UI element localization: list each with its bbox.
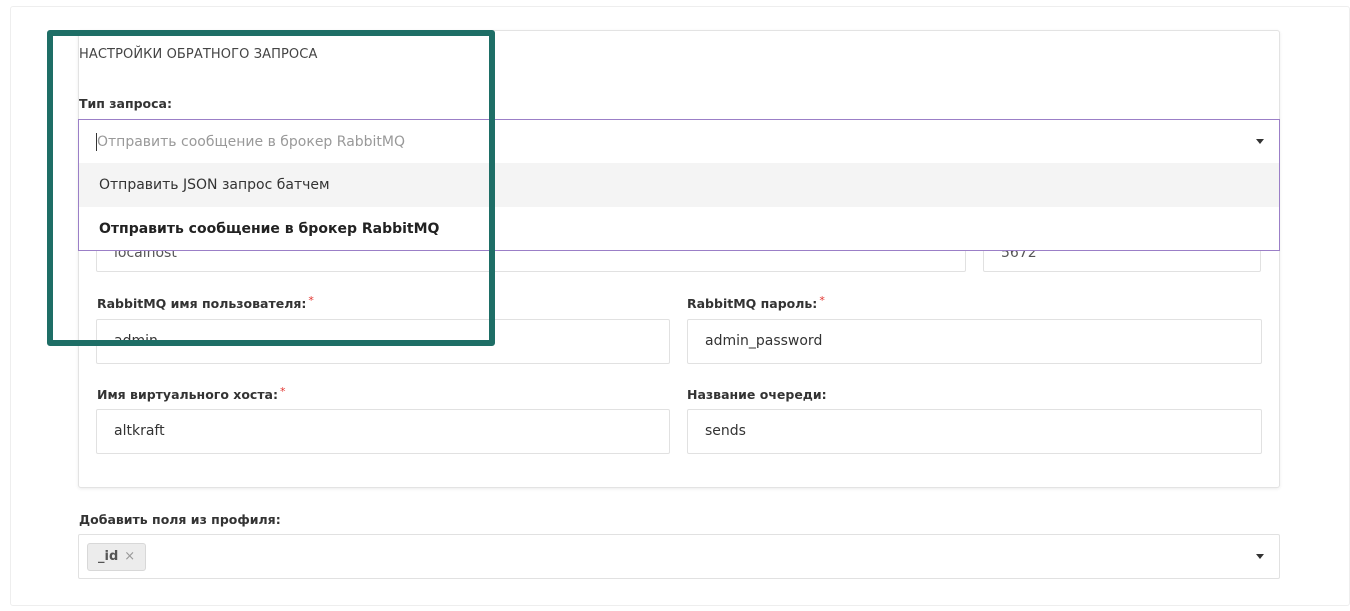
- section-title: НАСТРОЙКИ ОБРАТНОГО ЗАПРОСА: [79, 47, 318, 62]
- option-json-batch[interactable]: Отправить JSON запрос батчем: [79, 163, 1279, 207]
- queue-name-label: Название очереди:: [687, 387, 827, 402]
- rabbitmq-username-input[interactable]: admin: [96, 319, 670, 364]
- required-mark: *: [280, 385, 286, 398]
- caret-down-icon[interactable]: [1256, 139, 1264, 144]
- virtual-host-label: Имя виртуального хоста: *: [97, 385, 286, 402]
- option-rabbitmq[interactable]: Отправить сообщение в брокер RabbitMQ: [79, 207, 1279, 251]
- rabbitmq-username-label: RabbitMQ имя пользователя: *: [97, 294, 314, 311]
- request-type-dropdown: Отправить JSON запрос батчем Отправить с…: [78, 163, 1280, 251]
- virtual-host-input[interactable]: altkraft: [96, 409, 670, 454]
- tag-id: _id ×: [87, 543, 147, 571]
- profile-fields-label: Добавить поля из профиля:: [79, 512, 281, 527]
- caret-down-icon[interactable]: [1256, 554, 1264, 559]
- required-mark: *: [308, 294, 314, 307]
- profile-fields-select[interactable]: _id ×: [78, 534, 1280, 579]
- rabbitmq-password-input[interactable]: admin_password: [687, 319, 1262, 364]
- request-type-label: Тип запроса:: [79, 96, 172, 111]
- required-mark: *: [819, 294, 825, 307]
- request-type-placeholder: Отправить сообщение в брокер RabbitMQ: [97, 134, 406, 150]
- queue-name-input[interactable]: sends: [687, 409, 1262, 454]
- request-type-select[interactable]: Отправить сообщение в брокер RabbitMQ: [78, 119, 1280, 164]
- rabbitmq-password-label: RabbitMQ пароль: *: [687, 294, 825, 311]
- close-icon[interactable]: ×: [124, 549, 135, 564]
